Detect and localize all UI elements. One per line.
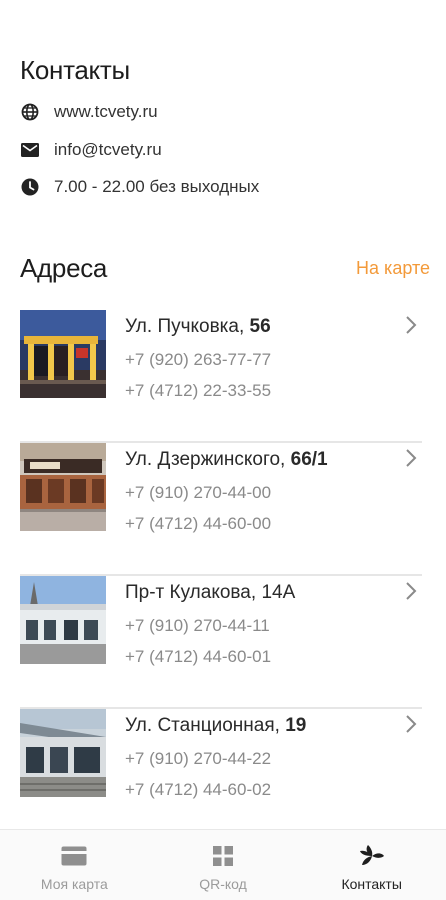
store-photo <box>20 443 106 531</box>
store-number: 56 <box>249 316 271 337</box>
store-phone-landline[interactable]: +7 (4712) 44-60-02 <box>125 780 271 800</box>
store-name: Ул. Дзержинского, 66/1 <box>125 449 328 471</box>
store-number: 19 <box>285 715 307 736</box>
store-phone-landline[interactable]: +7 (4712) 22-33-55 <box>125 381 271 401</box>
chevron-right-icon <box>406 582 417 600</box>
chevron-right-icon <box>406 449 417 467</box>
store-photo <box>20 709 106 797</box>
addresses-title: Адреса <box>20 253 108 283</box>
card-icon <box>61 844 87 868</box>
store-item[interactable]: Ул. Станционная, 19 +7 (910) 270-44-22 +… <box>0 709 446 842</box>
website-link[interactable]: www.tcvety.ru <box>54 102 158 122</box>
store-phone-mobile[interactable]: +7 (910) 270-44-11 <box>125 616 270 636</box>
mail-icon <box>20 140 40 160</box>
store-phone-landline[interactable]: +7 (4712) 44-60-01 <box>125 647 271 667</box>
store-name: Ул. Пучковка, 56 <box>125 316 271 338</box>
tab-contacts[interactable]: Контакты <box>297 830 446 900</box>
store-street: Ул. Пучковка, <box>125 316 250 337</box>
store-item[interactable]: Ул. Дзержинского, 66/1 +7 (910) 270-44-0… <box>0 443 446 576</box>
store-phone-mobile[interactable]: +7 (910) 270-44-00 <box>125 483 271 503</box>
tab-label: Контакты <box>341 876 402 892</box>
qr-grid-icon <box>210 844 236 868</box>
store-photo <box>20 576 106 664</box>
leaf-icon <box>359 844 385 868</box>
store-name: Ул. Станционная, 19 <box>125 715 306 737</box>
clock-icon <box>20 177 40 197</box>
store-item[interactable]: Пр-т Кулакова, 14А +7 (910) 270-44-11 +7… <box>0 576 446 709</box>
tab-my-card[interactable]: Моя карта <box>0 830 149 900</box>
store-phone-mobile[interactable]: +7 (910) 270-44-22 <box>125 749 271 769</box>
store-number: 66/1 <box>290 449 328 470</box>
store-item[interactable]: Ул. Пучковка, 56 +7 (920) 263-77-77 +7 (… <box>0 310 446 443</box>
store-number: 14А <box>261 582 296 603</box>
chevron-right-icon <box>406 715 417 733</box>
bottom-navigation: Моя карта QR-код Контакты <box>0 829 446 900</box>
tab-label: Моя карта <box>40 876 108 892</box>
hours-text: 7.00 - 22.00 без выходных <box>54 177 260 196</box>
email-link[interactable]: info@tcvety.ru <box>54 140 162 160</box>
contacts-title: Контакты <box>20 55 130 85</box>
on-map-link[interactable]: На карте <box>356 258 430 279</box>
website-row[interactable]: www.tcvety.ru <box>20 100 158 124</box>
tab-qr-code[interactable]: QR-код <box>149 830 298 900</box>
store-name: Пр-т Кулакова, 14А <box>125 582 295 604</box>
store-photo <box>20 310 106 398</box>
store-phone-landline[interactable]: +7 (4712) 44-60-00 <box>125 514 271 534</box>
store-phone-mobile[interactable]: +7 (920) 263-77-77 <box>125 350 271 370</box>
store-street: Ул. Станционная, <box>125 715 286 736</box>
email-row[interactable]: info@tcvety.ru <box>20 138 162 162</box>
globe-icon <box>20 102 40 122</box>
store-street: Ул. Дзержинского, <box>125 449 291 470</box>
chevron-right-icon <box>406 316 417 334</box>
store-street: Пр-т Кулакова, <box>125 582 262 603</box>
hours-row: 7.00 - 22.00 без выходных <box>20 175 259 199</box>
tab-label: QR-код <box>199 876 247 892</box>
